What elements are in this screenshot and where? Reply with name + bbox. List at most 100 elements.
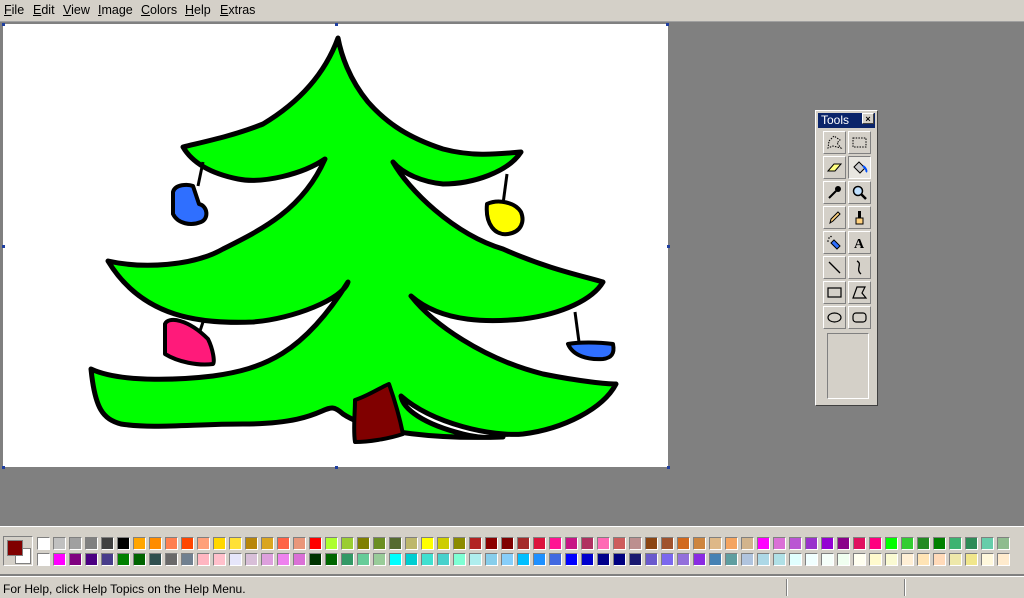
palette-swatch[interactable] — [917, 553, 930, 566]
tool-brush[interactable] — [848, 206, 871, 229]
palette-swatch[interactable] — [469, 553, 482, 566]
palette-swatch[interactable] — [997, 553, 1010, 566]
palette-swatch[interactable] — [821, 537, 834, 550]
palette-swatch[interactable] — [181, 553, 194, 566]
palette-swatch[interactable] — [741, 537, 754, 550]
resize-handle-bottom[interactable] — [335, 466, 338, 469]
palette-swatch[interactable] — [357, 537, 370, 550]
palette-swatch[interactable] — [389, 537, 402, 550]
current-colors[interactable] — [3, 536, 33, 566]
palette-swatch[interactable] — [981, 537, 994, 550]
palette-swatch[interactable] — [373, 553, 386, 566]
palette-swatch[interactable] — [597, 553, 610, 566]
tool-curve[interactable] — [848, 256, 871, 279]
palette-swatch[interactable] — [501, 537, 514, 550]
palette-swatch[interactable] — [229, 537, 242, 550]
palette-swatch[interactable] — [693, 537, 706, 550]
palette-swatch[interactable] — [901, 553, 914, 566]
palette-swatch[interactable] — [133, 537, 146, 550]
palette-swatch[interactable] — [917, 537, 930, 550]
palette-swatch[interactable] — [837, 537, 850, 550]
resize-handle-bottom-right[interactable] — [667, 466, 670, 469]
palette-swatch[interactable] — [773, 553, 786, 566]
palette-swatch[interactable] — [245, 537, 258, 550]
palette-swatch[interactable] — [645, 553, 658, 566]
palette-swatch[interactable] — [453, 537, 466, 550]
palette-swatch[interactable] — [101, 537, 114, 550]
palette-swatch[interactable] — [485, 537, 498, 550]
palette-swatch[interactable] — [693, 553, 706, 566]
palette-swatch[interactable] — [293, 553, 306, 566]
palette-swatch[interactable] — [885, 553, 898, 566]
palette-swatch[interactable] — [149, 537, 162, 550]
palette-swatch[interactable] — [949, 553, 962, 566]
tool-text[interactable]: A — [848, 231, 871, 254]
palette-swatch[interactable] — [853, 553, 866, 566]
palette-swatch[interactable] — [933, 553, 946, 566]
palette-swatch[interactable] — [773, 537, 786, 550]
palette-swatch[interactable] — [517, 537, 530, 550]
palette-swatch[interactable] — [277, 537, 290, 550]
palette-swatch[interactable] — [437, 537, 450, 550]
palette-swatch[interactable] — [181, 537, 194, 550]
menu-colors[interactable]: Colors — [141, 3, 177, 17]
palette-swatch[interactable] — [309, 553, 322, 566]
palette-swatch[interactable] — [725, 553, 738, 566]
palette-swatch[interactable] — [517, 553, 530, 566]
resize-handle-right[interactable] — [667, 245, 670, 248]
palette-swatch[interactable] — [149, 553, 162, 566]
palette-swatch[interactable] — [373, 537, 386, 550]
palette-swatch[interactable] — [341, 537, 354, 550]
palette-swatch[interactable] — [117, 537, 130, 550]
menu-edit[interactable]: Edit — [33, 3, 55, 17]
palette-swatch[interactable] — [37, 537, 50, 550]
palette-swatch[interactable] — [629, 553, 642, 566]
palette-swatch[interactable] — [261, 553, 274, 566]
palette-swatch[interactable] — [165, 553, 178, 566]
palette-swatch[interactable] — [53, 537, 66, 550]
palette-swatch[interactable] — [245, 553, 258, 566]
tool-ellipse[interactable] — [823, 306, 846, 329]
menu-extras[interactable]: Extras — [220, 3, 255, 17]
palette-swatch[interactable] — [165, 537, 178, 550]
palette-swatch[interactable] — [261, 537, 274, 550]
palette-swatch[interactable] — [117, 553, 130, 566]
palette-swatch[interactable] — [661, 537, 674, 550]
menu-file[interactable]: File — [4, 3, 24, 17]
palette-swatch[interactable] — [37, 553, 50, 566]
palette-swatch[interactable] — [597, 537, 610, 550]
tool-line[interactable] — [823, 256, 846, 279]
palette-swatch[interactable] — [213, 553, 226, 566]
palette-swatch[interactable] — [805, 553, 818, 566]
palette-swatch[interactable] — [405, 537, 418, 550]
tool-polygon[interactable] — [848, 281, 871, 304]
palette-swatch[interactable] — [565, 553, 578, 566]
palette-swatch[interactable] — [85, 537, 98, 550]
palette-swatch[interactable] — [69, 537, 82, 550]
palette-swatch[interactable] — [197, 553, 210, 566]
palette-swatch[interactable] — [869, 553, 882, 566]
palette-swatch[interactable] — [437, 553, 450, 566]
tool-fill-bucket[interactable] — [848, 156, 871, 179]
palette-swatch[interactable] — [629, 537, 642, 550]
tool-rectangle[interactable] — [823, 281, 846, 304]
palette-swatch[interactable] — [293, 537, 306, 550]
palette-swatch[interactable] — [325, 553, 338, 566]
palette-swatch[interactable] — [469, 537, 482, 550]
tool-rounded-rectangle[interactable] — [848, 306, 871, 329]
palette-swatch[interactable] — [741, 553, 754, 566]
palette-swatch[interactable] — [789, 537, 802, 550]
palette-swatch[interactable] — [85, 553, 98, 566]
palette-swatch[interactable] — [357, 553, 370, 566]
palette-swatch[interactable] — [533, 553, 546, 566]
palette-swatch[interactable] — [325, 537, 338, 550]
palette-swatch[interactable] — [69, 553, 82, 566]
palette-swatch[interactable] — [341, 553, 354, 566]
palette-swatch[interactable] — [709, 553, 722, 566]
tool-options-panel[interactable] — [827, 333, 869, 399]
palette-swatch[interactable] — [981, 553, 994, 566]
palette-swatch[interactable] — [421, 537, 434, 550]
palette-swatch[interactable] — [581, 537, 594, 550]
menu-view[interactable]: View — [63, 3, 90, 17]
palette-swatch[interactable] — [933, 537, 946, 550]
